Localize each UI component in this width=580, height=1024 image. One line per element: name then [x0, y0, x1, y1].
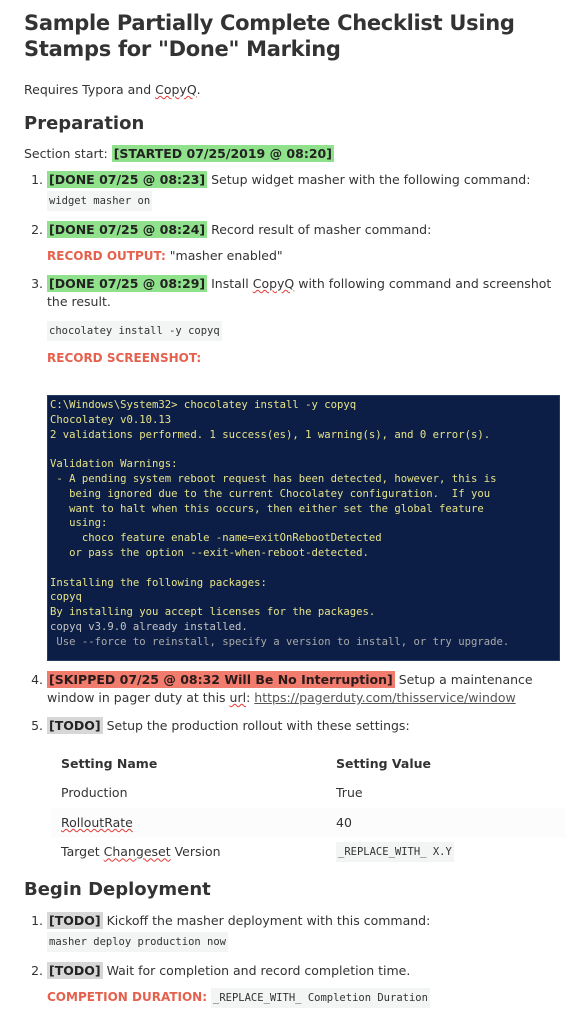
skipped-stamp: [SKIPPED 07/25 @ 08:32 Will Be No Interr…: [47, 671, 395, 688]
todo-stamp: [TODO]: [47, 717, 103, 734]
todo-stamp: [TODO]: [47, 962, 103, 979]
terminal-line: Chocolatey v0.10.13: [50, 413, 172, 426]
item-text: Record result of masher command:: [207, 222, 432, 237]
terminal-line: Validation Warnings:: [50, 458, 178, 471]
table-header-row: Setting Name Setting Value: [51, 749, 566, 779]
setting-name: Production: [61, 785, 128, 801]
pagerduty-link[interactable]: https://pagerduty.com/thisservice/window: [254, 690, 515, 705]
done-stamp: [DONE 07/25 @ 08:23]: [47, 171, 208, 188]
terminal-line: C:\Windows\System32> chocolatey install …: [50, 399, 357, 411]
record-output-label: RECORD OUTPUT:: [47, 249, 166, 263]
setting-value: True: [336, 785, 363, 801]
preparation-heading: Preparation: [24, 113, 145, 134]
column-header: Setting Name: [61, 755, 158, 771]
item-text: Install: [207, 276, 253, 291]
list-item: [TODO] Wait for completion and record co…: [47, 962, 564, 1008]
record-screenshot-label: RECORD SCREENSHOT:: [47, 351, 202, 365]
terminal-line: using:: [50, 517, 108, 530]
list-item: [TODO] Setup the production rollout with…: [47, 717, 566, 867]
terminal-line: copyq: [50, 591, 82, 604]
list-item: [SKIPPED 07/25 @ 08:32 Will Be No Interr…: [47, 671, 564, 707]
copyq-link-text: CopyQ: [252, 276, 295, 291]
command-code: widget masher on: [47, 191, 153, 211]
changeset-word: Changeset: [103, 844, 171, 860]
list-item: [DONE 07/25 @ 08:24] Record result of ma…: [47, 221, 564, 265]
intro-period: .: [196, 82, 201, 97]
item-text: Kickoff the masher deployment with this …: [102, 913, 431, 928]
setting-name-text: Target: [61, 844, 104, 860]
record-output-value: "masher enabled": [165, 248, 283, 263]
terminal-line: Installing the following packages:: [50, 576, 267, 589]
setting-name-text-end: Version: [170, 844, 221, 860]
item-text: Wait for completion and record completio…: [102, 963, 411, 978]
setting-value: 40: [326, 808, 566, 838]
terminal-line: being ignored due to the current Chocola…: [50, 487, 491, 500]
todo-stamp: [TODO]: [47, 912, 103, 929]
section-start: Section start: [STARTED 07/25/2019 @ 08:…: [24, 145, 564, 162]
terminal-line: copyq v3.9.0 already installed.: [50, 620, 248, 633]
started-stamp: [STARTED 07/25/2019 @ 08:20]: [111, 145, 334, 162]
url-word: url: [229, 690, 247, 705]
section-start-label: Section start:: [24, 146, 112, 161]
command-code: chocolatey install -y copyq: [47, 321, 222, 341]
table-row: Target Changeset Version _REPLACE_WITH_ …: [51, 838, 566, 868]
completion-duration-code: _REPLACE_WITH_ Completion Duration: [211, 988, 430, 1008]
setting-value: _REPLACE_WITH_ X.Y: [326, 838, 566, 868]
terminal-line: want to halt when this occurs, then eith…: [50, 502, 484, 515]
command-code: masher deploy production now: [47, 932, 229, 952]
list-item: [DONE 07/25 @ 08:23] Setup widget masher…: [47, 171, 564, 211]
intro-text: Requires Typora and: [24, 82, 156, 97]
document: Sample Partially Complete Checklist Usin…: [0, 0, 580, 1008]
setting-name-text: RolloutRate: [61, 814, 133, 830]
item-text: Setup the production rollout with these …: [102, 718, 410, 733]
terminal-line: - A pending system reboot request has be…: [50, 472, 497, 485]
deployment-list: [TODO] Kickoff the masher deployment wit…: [24, 912, 564, 1008]
terminal-line: By installing you accept licenses for th…: [50, 606, 376, 619]
terminal-line: Use --force to reinstall, specify a vers…: [50, 635, 510, 648]
copyq-link-text: CopyQ: [155, 82, 197, 97]
list-item: [TODO] Kickoff the masher deployment wit…: [47, 912, 564, 952]
done-stamp: [DONE 07/25 @ 08:24]: [47, 221, 208, 238]
terminal-line: choco feature enable -name=exitOnRebootD…: [50, 532, 382, 545]
completion-duration-label: COMPETION DURATION:: [47, 990, 208, 1004]
settings-table: Setting Name Setting Value Production Tr…: [51, 749, 566, 867]
table-row: RolloutRate 40: [51, 808, 566, 838]
deployment-heading: Begin Deployment: [24, 879, 211, 900]
setting-value-code: _REPLACE_WITH_ X.Y: [336, 842, 454, 863]
setting-name: Target Changeset Version: [51, 838, 326, 868]
terminal-line: 2 validations performed. 1 success(es), …: [50, 428, 491, 441]
preparation-list: [DONE 07/25 @ 08:23] Setup widget masher…: [24, 171, 566, 867]
page-title: Sample Partially Complete Checklist Usin…: [24, 11, 515, 61]
setting-name: RolloutRate: [51, 808, 326, 838]
intro-paragraph: Requires Typora and CopyQ.: [24, 82, 564, 97]
done-stamp: [DONE 07/25 @ 08:29]: [47, 275, 208, 292]
terminal-screenshot: C:\Windows\System32> chocolatey install …: [47, 395, 560, 661]
item-text: Setup widget masher with the following c…: [207, 172, 531, 187]
list-item: [DONE 07/25 @ 08:29] Install CopyQ with …: [47, 275, 564, 661]
table-row: Production True: [51, 779, 566, 809]
column-header: Setting Value: [336, 755, 432, 771]
terminal-line: or pass the option --exit-when-reboot-de…: [50, 546, 369, 559]
